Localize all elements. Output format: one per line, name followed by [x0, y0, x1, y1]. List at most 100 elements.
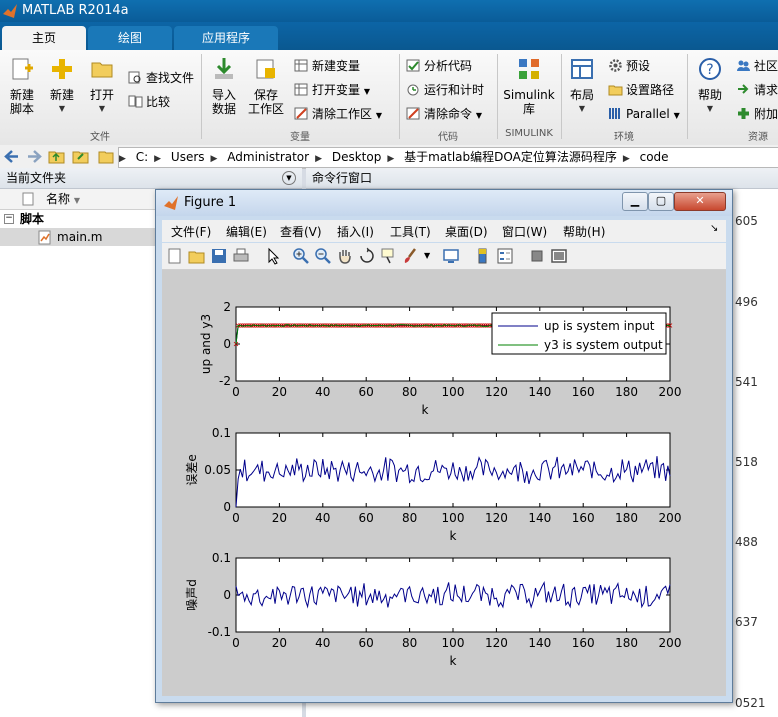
legend-icon[interactable] — [496, 247, 514, 265]
axes-3[interactable] — [235, 557, 671, 633]
layout-dropdown-icon[interactable]: ▼ — [566, 102, 598, 116]
breadcrumb-item[interactable]: C: — [130, 148, 154, 167]
open-dropdown-icon[interactable]: ▼ — [86, 102, 118, 116]
x-tick-label: 0 — [232, 636, 240, 650]
ribbon-separator — [687, 54, 688, 139]
colorbar-icon[interactable] — [474, 247, 492, 265]
clear-workspace-button[interactable]: 清除工作区 ▼ — [294, 104, 382, 124]
new-dropdown-icon[interactable]: ▼ — [46, 102, 78, 116]
data-cursor-icon[interactable] — [380, 247, 398, 265]
open-variable-button[interactable]: 打开变量 ▼ — [294, 80, 370, 100]
link-plot-icon[interactable] — [442, 247, 460, 265]
dock-arrow-icon[interactable]: ↘ — [710, 223, 718, 234]
clear-ws-dropdown-icon[interactable]: ▼ — [376, 111, 382, 120]
minimize-button[interactable]: ▁ — [622, 192, 648, 211]
menu-tools[interactable]: 工具(T) — [390, 223, 431, 240]
x-tick-label: 80 — [402, 385, 417, 399]
matlab-logo-icon — [164, 196, 178, 210]
menu-file[interactable]: 文件(F) — [171, 223, 211, 240]
edit-plot-cursor-icon[interactable] — [264, 247, 282, 265]
print-icon[interactable] — [232, 247, 250, 265]
x-tick-label: 100 — [442, 636, 465, 650]
compare-button[interactable]: 比较 — [128, 92, 170, 112]
close-button[interactable]: ✕ — [674, 192, 726, 211]
open-var-dropdown-icon[interactable]: ▼ — [364, 87, 370, 96]
breadcrumb-item[interactable]: Administrator — [221, 148, 315, 167]
clear-commands-button[interactable]: 清除命令 ▼ — [406, 104, 482, 124]
figure-window[interactable]: Figure 1 ▁ ▢ ✕ 文件(F) 编辑(E) 查看(V) 插入(I) 工… — [155, 189, 733, 703]
menu-edit[interactable]: 编辑(E) — [226, 223, 267, 240]
community-button[interactable]: 社区 — [736, 56, 778, 76]
analyze-code-button[interactable]: 分析代码 — [406, 56, 472, 76]
browse-folder-icon[interactable] — [72, 148, 89, 164]
breadcrumb[interactable]: ▶ C: ▶ Users ▶ Administrator ▶ Desktop ▶ 基于m… — [118, 147, 778, 168]
run-and-time-button[interactable]: 运行和计时 — [406, 80, 484, 100]
hide-plot-tools-icon[interactable] — [528, 247, 546, 265]
group-resources-label: 资源 — [748, 132, 768, 143]
find-files-button[interactable]: 查找文件 — [128, 68, 194, 88]
subplot-1[interactable]: 0 20 40 60 80 100 120 140 160 180 200-202 k up and… — [199, 300, 681, 417]
open-button[interactable]: 打开 ▼ — [86, 56, 118, 116]
subplots-canvas[interactable]: 0 20 40 60 80 100 120 140 160 180 200-202 k up and… — [162, 270, 726, 696]
zoom-in-icon[interactable] — [292, 247, 310, 265]
layout-button[interactable]: 布局 ▼ — [566, 56, 598, 116]
save-icon[interactable] — [210, 247, 228, 265]
menu-window[interactable]: 窗口(W) — [502, 223, 547, 240]
simulink-library-button[interactable]: Simulink 库 — [502, 56, 556, 116]
open-var-label: 打开变量 — [312, 83, 361, 97]
new-variable-button[interactable]: 新建变量 — [294, 56, 360, 76]
import-data-button[interactable]: 导入 数据 — [208, 56, 240, 116]
x-tick-label: 40 — [315, 511, 330, 525]
legend[interactable]: up is system input y3 is system output — [491, 312, 667, 355]
new-figure-icon[interactable] — [166, 247, 184, 265]
addons-button[interactable]: 附加 — [736, 104, 778, 124]
simulink-icon — [519, 59, 539, 79]
breadcrumb-item[interactable]: code — [634, 148, 675, 167]
folder-icon — [98, 151, 114, 164]
panel-menu-icon[interactable]: ▼ — [282, 171, 296, 185]
rotate-3d-icon[interactable] — [358, 247, 376, 265]
forward-arrow-icon[interactable] — [26, 149, 42, 164]
command-output-value: 488 — [735, 535, 758, 549]
menu-desktop[interactable]: 桌面(D) — [445, 223, 488, 240]
subplot-3[interactable]: 0 20 40 60 80 100 120 140 160 180 200-0.100.1 k 噪声… — [185, 551, 681, 668]
pan-hand-icon[interactable] — [336, 247, 354, 265]
help-dropdown-icon[interactable]: ▼ — [694, 102, 726, 116]
clear-cmd-dropdown-icon[interactable]: ▼ — [476, 111, 482, 120]
axes-2[interactable] — [235, 432, 671, 508]
subplot-2[interactable]: 0 20 40 60 80 100 120 140 160 180 200 0 0.05 0.1 k 误差… — [185, 426, 681, 543]
open-label: 打开 — [89, 88, 114, 102]
save-workspace-button[interactable]: 保存 工作区 — [246, 56, 286, 116]
collapse-icon[interactable]: − — [4, 214, 14, 224]
request-support-button[interactable]: 请求 — [736, 80, 778, 100]
tab-apps[interactable]: 应用程序 — [174, 26, 278, 50]
show-plot-tools-icon[interactable] — [550, 247, 568, 265]
tab-home[interactable]: 主页 — [2, 26, 86, 50]
menu-help[interactable]: 帮助(H) — [563, 223, 605, 240]
save-ws-label-1: 保存 — [253, 88, 278, 102]
parallel-button[interactable]: Parallel ▼ — [608, 104, 680, 124]
figure-toolbar: ▼ — [162, 243, 726, 270]
preferences-button[interactable]: 预设 — [608, 56, 650, 76]
new-button[interactable]: 新建 ▼ — [46, 56, 78, 116]
layout-label: 布局 — [569, 88, 594, 102]
menu-view[interactable]: 查看(V) — [280, 223, 322, 240]
open-file-icon[interactable] — [188, 247, 206, 265]
breadcrumb-item[interactable]: Desktop — [326, 148, 388, 167]
back-arrow-icon[interactable] — [4, 149, 20, 164]
breadcrumb-item[interactable]: Users — [165, 148, 211, 167]
figure-titlebar[interactable]: Figure 1 ▁ ▢ ✕ — [156, 190, 732, 216]
breadcrumb-item[interactable]: 基于matlab编程DOA定位算法源码程序 — [398, 148, 623, 167]
maximize-button[interactable]: ▢ — [648, 192, 674, 211]
new-script-button[interactable]: 新建 脚本 — [6, 56, 38, 116]
help-button[interactable]: ? 帮助 ▼ — [694, 56, 726, 116]
brush-icon[interactable] — [402, 247, 420, 265]
brush-dropdown-icon[interactable]: ▼ — [424, 251, 430, 260]
tab-plots[interactable]: 绘图 — [88, 26, 172, 50]
zoom-out-icon[interactable] — [314, 247, 332, 265]
up-folder-icon[interactable] — [48, 148, 65, 164]
menu-insert[interactable]: 插入(I) — [337, 223, 374, 240]
parallel-dropdown-icon[interactable]: ▼ — [674, 111, 680, 120]
plus-icon — [52, 59, 72, 79]
set-path-button[interactable]: 设置路径 — [608, 80, 674, 100]
